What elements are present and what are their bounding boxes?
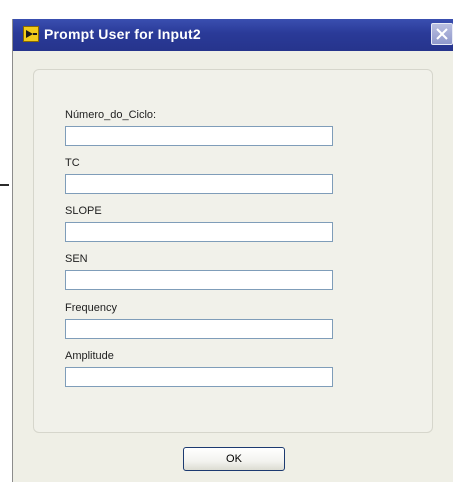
- title-bar[interactable]: Prompt User for Input2: [13, 19, 453, 51]
- field-label-tc: TC: [65, 157, 80, 169]
- field-label-numero-do-ciclo: Número_do_Ciclo:: [65, 109, 157, 121]
- background-window-edge: [0, 184, 9, 186]
- window-title: Prompt User for Input2: [44, 26, 201, 42]
- close-button[interactable]: [431, 23, 453, 45]
- field-label-slope: SLOPE: [65, 205, 102, 217]
- field-label-amplitude: Amplitude: [65, 350, 114, 362]
- ok-button[interactable]: OK: [183, 447, 285, 471]
- tc-input[interactable]: [65, 174, 333, 194]
- field-label-sen: SEN: [65, 253, 88, 265]
- sen-input[interactable]: [65, 270, 333, 290]
- amplitude-input[interactable]: [65, 367, 333, 387]
- prompt-dialog: Prompt User for Input2 Número_do_Ciclo: …: [12, 19, 453, 482]
- slope-input[interactable]: [65, 222, 333, 242]
- frequency-input[interactable]: [65, 319, 333, 339]
- labview-run-icon: [23, 26, 39, 42]
- numero-do-ciclo-input[interactable]: [65, 126, 333, 146]
- field-label-frequency: Frequency: [65, 302, 117, 314]
- close-icon: [436, 28, 448, 40]
